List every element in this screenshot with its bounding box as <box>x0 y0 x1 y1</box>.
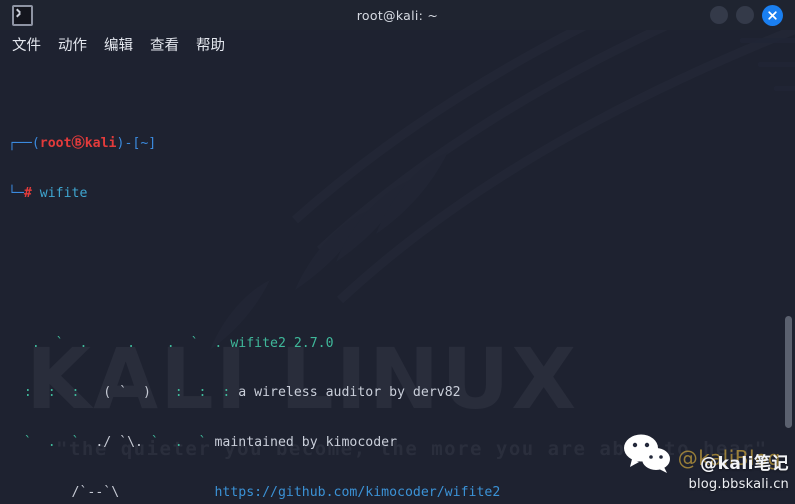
prompt-hash: # <box>23 186 32 202</box>
banner-subtitle: a wireless auditor by derv82 <box>238 385 461 401</box>
prompt-line-2: └─# wifite <box>8 186 795 203</box>
prompt-host: kali <box>84 136 117 152</box>
prompt-paren-open: ( <box>31 136 40 152</box>
vertical-scrollbar[interactable] <box>785 316 792 428</box>
prompt-user: root <box>39 136 72 152</box>
menu-bar: 文件 动作 编辑 查看 帮助 <box>0 30 795 58</box>
prompt-cwd: [~] <box>132 136 157 152</box>
title-bar: root@kali: ~ <box>0 0 795 30</box>
prompt-line-1: ┌──(rootⒷkali)-[~] <box>8 136 795 153</box>
banner-title: wifite2 2.7.0 <box>230 335 334 351</box>
banner-line-4: /`--`\ https://github.com/kimocoder/wifi… <box>8 484 501 500</box>
menu-item-actions[interactable]: 动作 <box>58 34 87 55</box>
close-icon <box>768 10 777 20</box>
menu-item-help[interactable]: 帮助 <box>196 34 225 55</box>
prompt-command: wifite <box>39 186 88 202</box>
menu-item-edit[interactable]: 编辑 <box>104 34 133 55</box>
prompt-box-top: ┌── <box>8 136 32 152</box>
terminal-output[interactable]: ┌──(rootⒷkali)-[~] └─# wifite . ` . . . … <box>0 58 795 504</box>
window-controls <box>710 4 783 26</box>
minimize-button[interactable] <box>710 6 728 24</box>
overlay-brand: @kali笔记 <box>700 454 789 474</box>
prompt-box-bottom: └─ <box>8 186 24 202</box>
banner-line-2: : : : ( ` ) : : : a wireless auditor by … <box>8 385 461 401</box>
banner-url[interactable]: https://github.com/kimocoder/wifite2 <box>214 485 500 500</box>
window-title: root@kali: ~ <box>356 7 439 23</box>
banner-line-3: ` . ` ./ `\. ` . ` maintained by kimocod… <box>8 435 398 451</box>
banner-maintainer: maintained by kimocoder <box>214 435 398 451</box>
terminal-window: KALI LINUX "the quieter you become, the … <box>0 0 795 504</box>
wechat-icon <box>620 434 674 478</box>
menu-item-view[interactable]: 查看 <box>150 34 179 55</box>
menu-item-file[interactable]: 文件 <box>12 34 41 55</box>
banner-line-1: . ` . . . ` . wifite2 2.7.0 <box>8 335 334 351</box>
overlay-url: blog.bbskali.cn <box>688 477 789 492</box>
prompt-at-icon: Ⓑ <box>71 136 85 152</box>
maximize-button[interactable] <box>736 6 754 24</box>
close-button[interactable] <box>762 4 783 26</box>
